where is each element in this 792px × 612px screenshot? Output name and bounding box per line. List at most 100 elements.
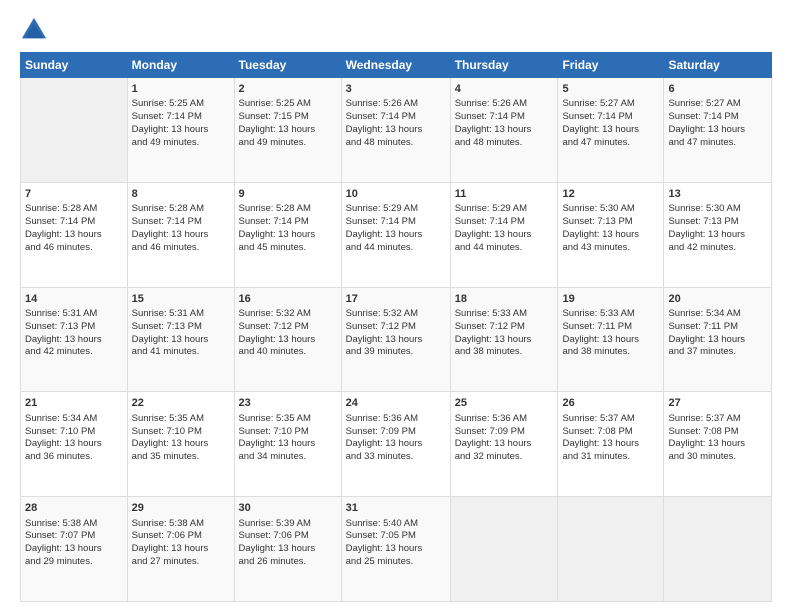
day-info: Sunrise: 5:27 AM Sunset: 7:14 PM Dayligh… [562,98,659,149]
day-number: 15 [132,292,230,307]
day-cell: 6Sunrise: 5:27 AM Sunset: 7:14 PM Daylig… [664,78,772,183]
day-number: 2 [239,82,337,97]
day-number: 3 [346,82,446,97]
week-row-1: 1Sunrise: 5:25 AM Sunset: 7:14 PM Daylig… [21,78,772,183]
day-number: 5 [562,82,659,97]
day-info: Sunrise: 5:28 AM Sunset: 7:14 PM Dayligh… [25,203,123,254]
col-header-thursday: Thursday [450,53,558,78]
day-info: Sunrise: 5:36 AM Sunset: 7:09 PM Dayligh… [346,413,446,464]
day-number: 22 [132,396,230,411]
day-cell: 9Sunrise: 5:28 AM Sunset: 7:14 PM Daylig… [234,182,341,287]
day-cell: 8Sunrise: 5:28 AM Sunset: 7:14 PM Daylig… [127,182,234,287]
col-header-saturday: Saturday [664,53,772,78]
day-cell: 3Sunrise: 5:26 AM Sunset: 7:14 PM Daylig… [341,78,450,183]
day-cell: 10Sunrise: 5:29 AM Sunset: 7:14 PM Dayli… [341,182,450,287]
day-info: Sunrise: 5:26 AM Sunset: 7:14 PM Dayligh… [346,98,446,149]
day-number: 14 [25,292,123,307]
day-info: Sunrise: 5:30 AM Sunset: 7:13 PM Dayligh… [562,203,659,254]
week-row-2: 7Sunrise: 5:28 AM Sunset: 7:14 PM Daylig… [21,182,772,287]
day-number: 13 [668,187,767,202]
day-number: 6 [668,82,767,97]
day-info: Sunrise: 5:32 AM Sunset: 7:12 PM Dayligh… [346,308,446,359]
day-cell: 16Sunrise: 5:32 AM Sunset: 7:12 PM Dayli… [234,287,341,392]
day-number: 20 [668,292,767,307]
day-cell: 14Sunrise: 5:31 AM Sunset: 7:13 PM Dayli… [21,287,128,392]
day-number: 11 [455,187,554,202]
day-info: Sunrise: 5:36 AM Sunset: 7:09 PM Dayligh… [455,413,554,464]
day-cell [21,78,128,183]
day-cell: 11Sunrise: 5:29 AM Sunset: 7:14 PM Dayli… [450,182,558,287]
day-info: Sunrise: 5:26 AM Sunset: 7:14 PM Dayligh… [455,98,554,149]
day-cell: 7Sunrise: 5:28 AM Sunset: 7:14 PM Daylig… [21,182,128,287]
day-info: Sunrise: 5:40 AM Sunset: 7:05 PM Dayligh… [346,518,446,569]
day-cell: 23 Sunrise: 5:35 AM Sunset: 7:10 PM Dayli… [234,392,341,497]
day-info: Sunrise: 5:34 AM Sunset: 7:11 PM Dayligh… [668,308,767,359]
day-info: Sunrise: 5:28 AM Sunset: 7:14 PM Dayligh… [239,203,337,254]
day-number: 10 [346,187,446,202]
day-cell [664,497,772,602]
col-header-sunday: Sunday [21,53,128,78]
day-cell: 17Sunrise: 5:32 AM Sunset: 7:12 PM Dayli… [341,287,450,392]
header [20,16,772,44]
day-info: Sunrise: 5:38 AM Sunset: 7:07 PM Dayligh… [25,518,123,569]
day-info: Sunrise: 5:37 AM Sunset: 7:08 PM Dayligh… [668,413,767,464]
day-number: 21 [25,396,123,411]
day-info: Sunrise: 5:37 AM Sunset: 7:08 PM Dayligh… [562,413,659,464]
day-number: 27 [668,396,767,411]
day-cell: 1Sunrise: 5:25 AM Sunset: 7:14 PM Daylig… [127,78,234,183]
day-cell [450,497,558,602]
day-cell: 25 Sunrise: 5:36 AM Sunset: 7:09 PM Dayli… [450,392,558,497]
col-header-friday: Friday [558,53,664,78]
day-info: Sunrise: 5:35 AM Sunset: 7:10 PM Dayligh… [239,413,337,464]
day-number: 12 [562,187,659,202]
day-info: Sunrise: 5:31 AM Sunset: 7:13 PM Dayligh… [132,308,230,359]
day-number: 25 [455,396,554,411]
day-cell: 29 Sunrise: 5:38 AM Sunset: 7:06 PM Dayli… [127,497,234,602]
day-cell: 26 Sunrise: 5:37 AM Sunset: 7:08 PM Dayli… [558,392,664,497]
day-cell: 12Sunrise: 5:30 AM Sunset: 7:13 PM Dayli… [558,182,664,287]
header-row: SundayMondayTuesdayWednesdayThursdayFrid… [21,53,772,78]
day-number: 17 [346,292,446,307]
logo [20,16,52,44]
day-info: Sunrise: 5:31 AM Sunset: 7:13 PM Dayligh… [25,308,123,359]
day-cell: 28 Sunrise: 5:38 AM Sunset: 7:07 PM Dayli… [21,497,128,602]
day-cell: 20Sunrise: 5:34 AM Sunset: 7:11 PM Dayli… [664,287,772,392]
day-cell: 15Sunrise: 5:31 AM Sunset: 7:13 PM Dayli… [127,287,234,392]
day-info: Sunrise: 5:29 AM Sunset: 7:14 PM Dayligh… [346,203,446,254]
day-info: Sunrise: 5:35 AM Sunset: 7:10 PM Dayligh… [132,413,230,464]
col-header-wednesday: Wednesday [341,53,450,78]
day-info: Sunrise: 5:39 AM Sunset: 7:06 PM Dayligh… [239,518,337,569]
day-cell: 31Sunrise: 5:40 AM Sunset: 7:05 PM Dayli… [341,497,450,602]
day-cell: 21Sunrise: 5:34 AM Sunset: 7:10 PM Dayli… [21,392,128,497]
day-number: 26 [562,396,659,411]
day-info: Sunrise: 5:27 AM Sunset: 7:14 PM Dayligh… [668,98,767,149]
day-info: Sunrise: 5:29 AM Sunset: 7:14 PM Dayligh… [455,203,554,254]
day-info: Sunrise: 5:28 AM Sunset: 7:14 PM Dayligh… [132,203,230,254]
day-number: 18 [455,292,554,307]
day-number: 29 [132,501,230,516]
day-number: 1 [132,82,230,97]
day-info: Sunrise: 5:38 AM Sunset: 7:06 PM Dayligh… [132,518,230,569]
col-header-tuesday: Tuesday [234,53,341,78]
day-cell [558,497,664,602]
day-number: 4 [455,82,554,97]
day-cell: 24Sunrise: 5:36 AM Sunset: 7:09 PM Dayli… [341,392,450,497]
day-info: Sunrise: 5:25 AM Sunset: 7:14 PM Dayligh… [132,98,230,149]
day-cell: 19Sunrise: 5:33 AM Sunset: 7:11 PM Dayli… [558,287,664,392]
day-cell: 30Sunrise: 5:39 AM Sunset: 7:06 PM Dayli… [234,497,341,602]
logo-icon [20,16,48,44]
day-info: Sunrise: 5:25 AM Sunset: 7:15 PM Dayligh… [239,98,337,149]
day-number: 9 [239,187,337,202]
week-row-4: 21Sunrise: 5:34 AM Sunset: 7:10 PM Dayli… [21,392,772,497]
day-number: 16 [239,292,337,307]
day-number: 8 [132,187,230,202]
week-row-3: 14Sunrise: 5:31 AM Sunset: 7:13 PM Dayli… [21,287,772,392]
day-number: 7 [25,187,123,202]
calendar-table: SundayMondayTuesdayWednesdayThursdayFrid… [20,52,772,602]
day-number: 28 [25,501,123,516]
day-cell: 2Sunrise: 5:25 AM Sunset: 7:15 PM Daylig… [234,78,341,183]
day-number: 23 [239,396,337,411]
day-info: Sunrise: 5:33 AM Sunset: 7:12 PM Dayligh… [455,308,554,359]
calendar-page: SundayMondayTuesdayWednesdayThursdayFrid… [0,0,792,612]
day-cell: 27 Sunrise: 5:37 AM Sunset: 7:08 PM Dayli… [664,392,772,497]
